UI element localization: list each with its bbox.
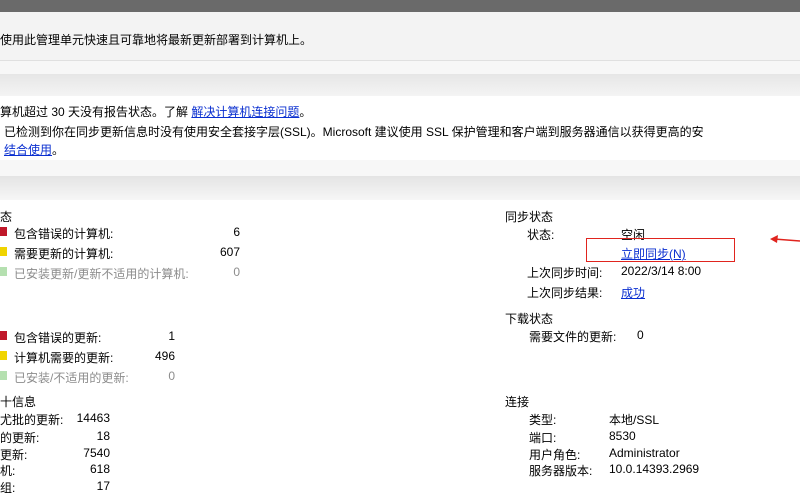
connection-type-value: 本地/SSL [609,413,660,427]
stats-computers-label[interactable]: 机: [0,462,15,479]
connection-version-label: 服务器版本: [529,464,593,478]
connection-type-label: 类型: [529,413,557,427]
stats-declined-label[interactable]: 的更新: [0,429,39,446]
stats-declined-value: 18 [96,429,110,443]
connection-role-label: 用户角色: [529,448,581,462]
updates-needed-label[interactable]: 计算机需要的更新: [14,349,113,366]
error-swatch [0,227,7,236]
stats-updates-value: 7540 [83,446,110,460]
section-divider [0,74,800,96]
connection-port-label: 端口: [529,431,557,445]
download-needed-value: 0 [637,328,644,342]
stats-title: 十信息 [0,395,37,409]
stats-approved-label[interactable]: 尤批的更新: [0,411,63,428]
ok-swatch [0,371,7,380]
sync-state-label: 状态: [527,228,555,242]
updates-ok-value: 0 [168,369,175,383]
connection-role-value: Administrator [609,446,680,460]
alert-text: 算机超过 30 天没有报告状态。了解 [0,105,189,119]
alert-punct: 。 [299,105,312,119]
connection-port-value: 8530 [609,429,636,443]
computer-status-title: 态 [0,210,13,224]
connection-title: 连接 [505,395,530,409]
ok-swatch [0,267,7,276]
last-sync-result-label: 上次同步结果: [527,286,603,300]
last-sync-time-label: 上次同步时间: [527,266,603,280]
stats-groups-label[interactable]: 组: [0,479,15,496]
download-status-title: 下载状态 [505,312,554,326]
last-sync-time-value: 2022/3/14 8:00 [621,264,702,278]
window-title-bar [0,0,800,12]
section-divider [0,176,800,200]
last-sync-result-link[interactable]: 成功 [621,284,645,301]
computers-errors-label[interactable]: 包含错误的计算机: [14,225,113,242]
ssl-help-link[interactable]: 结合使用 [4,143,52,157]
warning-swatch [0,351,7,360]
alert-connection: 算机超过 30 天没有报告状态。了解 解决计算机连接问题。 [0,103,311,120]
resolve-connection-link[interactable]: 解决计算机连接问题 [191,105,299,119]
computers-ok-value: 0 [233,265,240,279]
updates-needed-value: 496 [154,349,175,363]
sync-status-title: 同步状态 [505,210,554,224]
stats-computers-value: 618 [89,462,110,476]
error-swatch [0,331,7,340]
alert-punct: 。 [52,143,65,157]
stats-updates-label[interactable]: 更新: [0,446,27,463]
annotation-highlight-box [586,238,735,262]
alerts-panel: 算机超过 30 天没有报告状态。了解 解决计算机连接问题。 已检测到你在同步更新… [0,96,800,160]
description-band: 使用此管理单元快速且可靠地将最新更新部署到计算机上。 [0,12,800,61]
updates-errors-label[interactable]: 包含错误的更新: [14,329,101,346]
updates-ok-label: 已安装/不适用的更新: [14,371,129,385]
alert-ssl-line3: 结合使用。 [4,141,64,158]
annotation-arrow-icon [770,235,800,243]
download-needed-label: 需要文件的更新: [529,330,617,344]
updates-errors-value: 1 [168,329,175,343]
computers-errors-value: 6 [233,225,240,239]
computers-needing-value: 607 [219,245,240,259]
stats-approved-value: 14463 [76,411,110,425]
computers-needing-label[interactable]: 需要更新的计算机: [14,245,113,262]
connection-version-value: 10.0.14393.2969 [609,462,700,476]
stats-groups-value: 17 [96,479,110,493]
page-description: 使用此管理单元快速且可靠地将最新更新部署到计算机上。 [0,33,313,47]
warning-swatch [0,247,7,256]
alert-ssl: 已检测到你在同步更新信息时没有使用安全套接字层(SSL)。Microsoft 建… [4,125,704,139]
computers-ok-label: 已安装更新/更新不适用的计算机: [14,267,189,281]
